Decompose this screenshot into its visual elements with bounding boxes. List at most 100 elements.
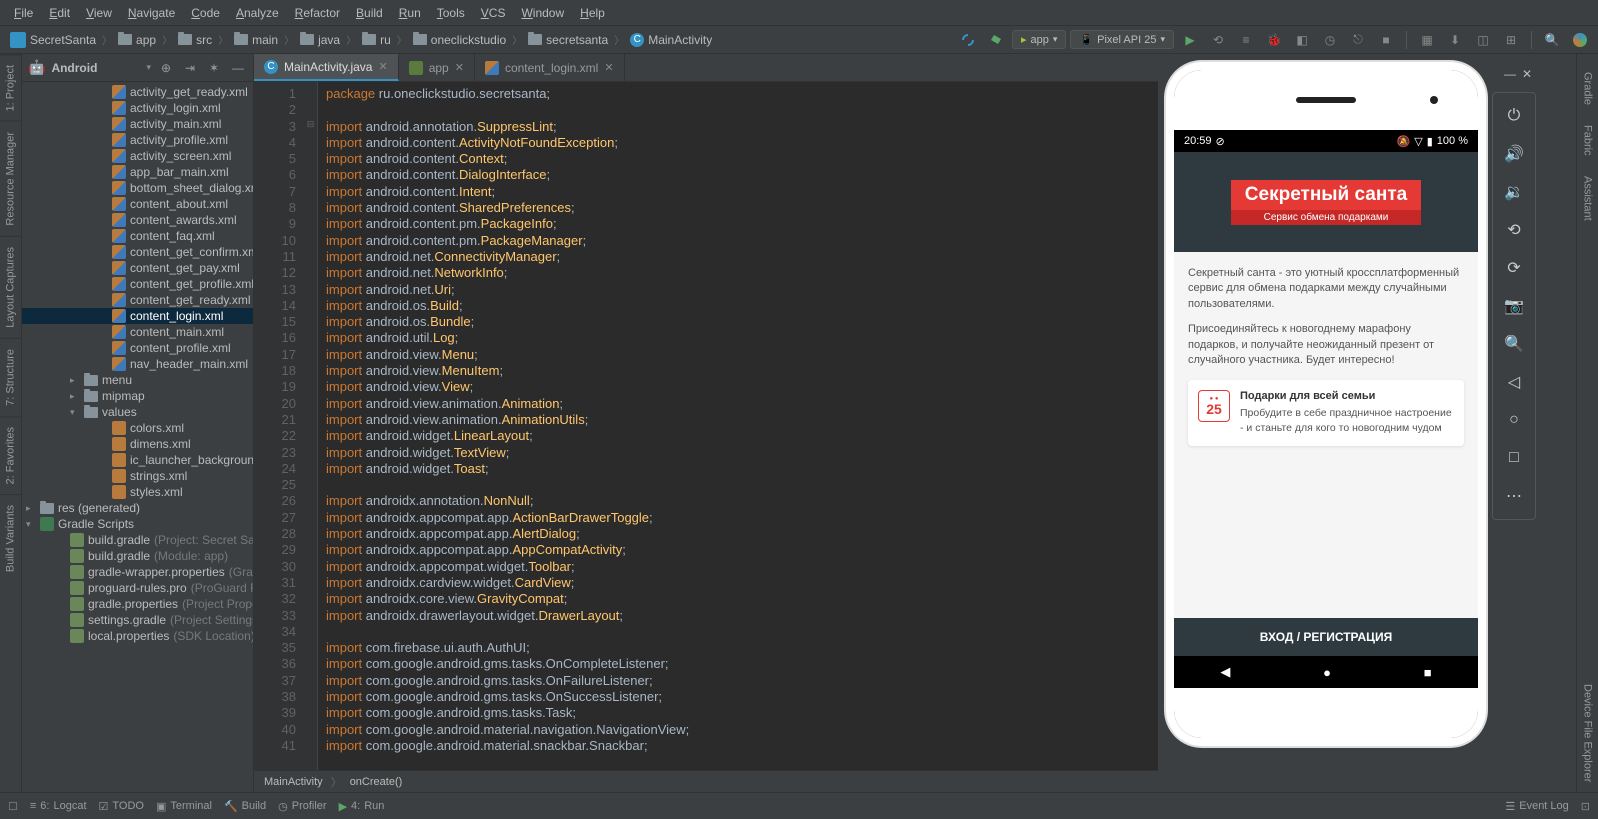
emu-volume-up-button[interactable]: 🔊 xyxy=(1497,137,1531,171)
tree-item[interactable]: ic_launcher_background.xml xyxy=(22,452,253,468)
left-tool-project[interactable]: 1: Project xyxy=(0,54,21,121)
project-view-title[interactable]: Android xyxy=(51,61,140,75)
menu-refactor[interactable]: Refactor xyxy=(287,6,348,20)
crumb-oneclick[interactable]: oneclickstudio xyxy=(409,33,510,47)
apply-code-icon[interactable]: ≡ xyxy=(1234,28,1258,52)
menu-tools[interactable]: Tools xyxy=(429,6,473,20)
tree-item[interactable]: activity_get_ready.xml xyxy=(22,84,253,100)
tree-item[interactable]: local.properties (SDK Location) xyxy=(22,628,253,644)
tree-item[interactable]: content_get_profile.xml xyxy=(22,276,253,292)
crumb-java[interactable]: java xyxy=(296,33,344,47)
fold-gutter[interactable]: ⊟ xyxy=(304,82,318,770)
device-selector[interactable]: 📱Pixel API 25▾ xyxy=(1070,30,1174,49)
tree-item[interactable]: ▸mipmap xyxy=(22,388,253,404)
resource-manager-icon[interactable]: ◫ xyxy=(1471,28,1495,52)
minimize-icon[interactable]: — xyxy=(1504,67,1516,81)
crumb-project[interactable]: SecretSanta xyxy=(6,32,100,48)
menu-edit[interactable]: Edit xyxy=(41,6,78,20)
crumb-secretsanta[interactable]: secretsanta xyxy=(524,33,612,47)
attach-button[interactable]: ⎋ xyxy=(1346,28,1370,52)
tree-item[interactable]: strings.xml xyxy=(22,468,253,484)
tree-item[interactable]: content_faq.xml xyxy=(22,228,253,244)
tree-item[interactable]: ▸menu xyxy=(22,372,253,388)
menu-analyze[interactable]: Analyze xyxy=(228,6,287,20)
search-button[interactable]: 🔍 xyxy=(1540,28,1564,52)
emu-overview-button[interactable]: □ xyxy=(1497,441,1531,475)
tab-mainactivity[interactable]: CMainActivity.java✕ xyxy=(254,54,399,81)
menu-build[interactable]: Build xyxy=(348,6,391,20)
tree-item[interactable]: ▾Gradle Scripts xyxy=(22,516,253,532)
emu-screenshot-button[interactable]: 📷 xyxy=(1497,289,1531,323)
emu-power-button[interactable]: ⏻ xyxy=(1497,99,1531,133)
tree-item[interactable]: content_profile.xml xyxy=(22,340,253,356)
tree-item[interactable]: colors.xml xyxy=(22,420,253,436)
app-body[interactable]: Секретный санта - это уютный кроссплатфо… xyxy=(1174,252,1478,618)
emu-rotate-left-button[interactable]: ⟲ xyxy=(1497,213,1531,247)
menu-vcs[interactable]: VCS xyxy=(473,6,514,20)
tree-item[interactable]: content_main.xml xyxy=(22,324,253,340)
emu-zoom-button[interactable]: 🔍 xyxy=(1497,327,1531,361)
tree-item[interactable]: content_awards.xml xyxy=(22,212,253,228)
close-icon[interactable]: ✕ xyxy=(604,61,613,74)
close-icon[interactable]: ✕ xyxy=(455,61,464,74)
run-button[interactable]: ▶ xyxy=(1178,28,1202,52)
menu-file[interactable]: File xyxy=(6,6,41,20)
nav-back-icon[interactable]: ◀ xyxy=(1220,664,1230,680)
avd-manager-icon[interactable]: ▦ xyxy=(1415,28,1439,52)
tab-content-login[interactable]: content_login.xml✕ xyxy=(475,54,625,81)
settings-icon[interactable]: ✶ xyxy=(205,59,223,77)
tree-item[interactable]: ▸res (generated) xyxy=(22,500,253,516)
tree-item[interactable]: dimens.xml xyxy=(22,436,253,452)
footer-method[interactable]: onCreate() xyxy=(350,776,403,788)
bottom-event-log[interactable]: ☰Event Log xyxy=(1505,800,1568,813)
menu-code[interactable]: Code xyxy=(183,6,228,20)
tree-item[interactable]: nav_header_main.xml xyxy=(22,356,253,372)
bottom-run[interactable]: ▶4: Run xyxy=(339,800,385,813)
right-tool-device-file-explorer[interactable]: Device File Explorer xyxy=(1579,674,1597,792)
login-button[interactable]: ВХОД / РЕГИСТРАЦИЯ xyxy=(1174,618,1478,656)
crumb-app[interactable]: app xyxy=(114,33,160,47)
left-tool-build-variants[interactable]: Build Variants xyxy=(0,494,21,582)
tree-item[interactable]: content_get_confirm.xml xyxy=(22,244,253,260)
dropdown-icon[interactable]: ▾ xyxy=(146,62,151,73)
locate-icon[interactable]: ⊕ xyxy=(157,59,175,77)
emu-more-button[interactable]: ⋯ xyxy=(1497,479,1531,513)
info-card[interactable]: ● ●25 Подарки для всей семьи Пробудите в… xyxy=(1188,380,1464,445)
close-icon[interactable]: ✕ xyxy=(1522,67,1532,81)
stop-button[interactable]: ■ xyxy=(1374,28,1398,52)
right-tool-fabric[interactable]: Fabric xyxy=(1579,115,1597,166)
emu-volume-down-button[interactable]: 🔉 xyxy=(1497,175,1531,209)
collapse-icon[interactable]: ⇥ xyxy=(181,59,199,77)
tree-item[interactable]: ▾values xyxy=(22,404,253,420)
tree-item[interactable]: activity_screen.xml xyxy=(22,148,253,164)
layout-inspector-icon[interactable]: ⊞ xyxy=(1499,28,1523,52)
run-config-selector[interactable]: ▸app▾ xyxy=(1012,30,1066,49)
bottom-logcat[interactable]: ≡6: Logcat xyxy=(30,800,87,812)
crumb-src[interactable]: src xyxy=(174,33,216,47)
tree-item[interactable]: build.gradle (Module: app) xyxy=(22,548,253,564)
footer-class[interactable]: MainActivity xyxy=(264,776,323,788)
crumb-main[interactable]: main xyxy=(230,33,282,47)
sync-icon[interactable] xyxy=(956,28,980,52)
left-tool-structure[interactable]: 7: Structure xyxy=(0,338,21,416)
tree-item[interactable]: styles.xml xyxy=(22,484,253,500)
bottom-terminal[interactable]: ▣Terminal xyxy=(156,800,212,813)
hide-icon[interactable]: — xyxy=(229,59,247,77)
bottom-lock-icon[interactable]: ⊡ xyxy=(1581,800,1590,813)
emu-rotate-right-button[interactable]: ⟳ xyxy=(1497,251,1531,285)
crumb-ru[interactable]: ru xyxy=(358,33,395,47)
tree-item[interactable]: activity_main.xml xyxy=(22,116,253,132)
nav-home-icon[interactable]: ● xyxy=(1323,665,1331,680)
tree-item[interactable]: gradle-wrapper.properties (Gradle V xyxy=(22,564,253,580)
tree-item[interactable]: proguard-rules.pro (ProGuard Rules xyxy=(22,580,253,596)
tree-item[interactable]: app_bar_main.xml xyxy=(22,164,253,180)
menu-help[interactable]: Help xyxy=(572,6,613,20)
tree-item[interactable]: gradle.properties (Project Properties xyxy=(22,596,253,612)
tree-item[interactable]: build.gradle (Project: Secret Santa) xyxy=(22,532,253,548)
profile-button[interactable]: ◷ xyxy=(1318,28,1342,52)
right-tool-gradle[interactable]: Gradle xyxy=(1579,62,1597,115)
menu-navigate[interactable]: Navigate xyxy=(120,6,183,20)
code-content[interactable]: package ru.oneclickstudio.secretsanta; i… xyxy=(318,82,1158,770)
tree-item[interactable]: content_login.xml xyxy=(22,308,253,324)
assistant-icon[interactable] xyxy=(1568,28,1592,52)
